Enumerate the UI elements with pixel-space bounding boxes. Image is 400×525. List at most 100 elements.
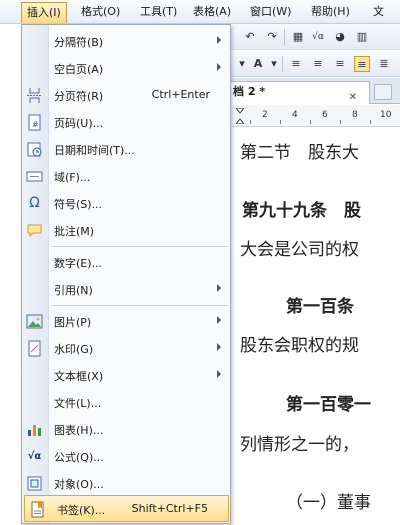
- font-color-icon[interactable]: A: [250, 56, 266, 72]
- menu-item-label: 文本框(X): [54, 370, 104, 383]
- chart-icon: [26, 421, 43, 438]
- menu-tools[interactable]: 工具(T): [140, 4, 177, 20]
- insert-menu: 分隔符(B) 空白页(A) 分页符(R) Ctrl+Enter # 页码(U).…: [21, 24, 231, 524]
- doc-line: 第九十九条 股: [242, 201, 361, 221]
- svg-text:#: #: [32, 120, 39, 129]
- document-page[interactable]: 第二节 股东大 第九十九条 股 大会是公司的权 第一百条 股东会职权的规 第一百…: [230, 128, 400, 525]
- menu-item-number[interactable]: 数字(E)...: [22, 249, 230, 276]
- doc-line: 股东会职权的规: [240, 336, 359, 356]
- ruler-number: 10: [380, 110, 392, 120]
- menu-item-label: 分页符(R): [54, 90, 104, 103]
- align-left-icon[interactable]: ≡: [288, 56, 304, 72]
- menu-insert[interactable]: 插入(I): [21, 2, 67, 23]
- menu-item-label: 批注(M): [54, 225, 95, 238]
- align-center-icon[interactable]: ≡: [310, 56, 326, 72]
- menu-item-label: 分隔符(B): [54, 36, 104, 49]
- submenu-arrow-icon: [217, 370, 221, 378]
- ruler-tick: [250, 120, 251, 124]
- page-break-icon: [26, 87, 43, 104]
- document-tab-bar: 档 2 * ✕: [230, 78, 400, 104]
- formula-icon: √α: [27, 451, 42, 462]
- justify-icon[interactable]: ≡: [354, 56, 370, 72]
- menu-item-label: 书签(K)...: [57, 504, 106, 517]
- submenu-arrow-icon: [217, 316, 221, 324]
- menu-item-label: 数字(E)...: [54, 257, 103, 270]
- ruler-number: 4: [292, 110, 298, 120]
- menu-item-symbol[interactable]: Ω 符号(S)...: [22, 190, 230, 217]
- watermark-icon: [26, 340, 43, 357]
- bookmark-icon: [29, 501, 46, 518]
- table-icon[interactable]: ▦: [290, 29, 306, 45]
- menu-item-page-number[interactable]: # 页码(U)...: [22, 109, 230, 136]
- menu-item-label: 域(F)...: [54, 171, 91, 184]
- menu-bar: 插入(I) 格式(O) 工具(T) 表格(A) 窗口(W) 帮助(H) 文: [0, 0, 400, 24]
- undo-icon[interactable]: ↶: [242, 29, 258, 45]
- redo-icon[interactable]: ↷: [264, 29, 280, 45]
- menu-item-field[interactable]: 域(F)...: [22, 163, 230, 190]
- menu-item-label: 水印(G): [54, 343, 94, 356]
- menu-item-blank-page[interactable]: 空白页(A): [22, 55, 230, 82]
- menu-item-picture[interactable]: 图片(P): [22, 308, 230, 335]
- left-strip: [0, 24, 22, 525]
- standard-toolbar: ↶ ↷ ▦ √α ◕ ▥: [230, 24, 400, 50]
- menu-item-label: 图表(H)...: [54, 424, 104, 437]
- grid-icon[interactable]: ▥: [354, 29, 370, 45]
- doc-line: 第一百条: [286, 297, 354, 317]
- document-tab[interactable]: 档 2 * ✕: [230, 81, 370, 104]
- menu-item-label: 页码(U)...: [54, 117, 104, 130]
- field-icon: [26, 168, 43, 185]
- ruler-tick: [370, 120, 371, 124]
- submenu-arrow-icon: [217, 284, 221, 292]
- menu-item-reference[interactable]: 引用(N): [22, 276, 230, 303]
- menu-table[interactable]: 表格(A): [193, 4, 231, 20]
- menu-item-comment[interactable]: 批注(M): [22, 217, 230, 244]
- ruler-tick: [280, 120, 281, 124]
- menu-item-file[interactable]: 文件(L)...: [22, 389, 230, 416]
- menu-item-textbox[interactable]: 文本框(X): [22, 362, 230, 389]
- distribute-icon[interactable]: ≣: [376, 56, 392, 72]
- menu-item-watermark[interactable]: 水印(G): [22, 335, 230, 362]
- toolbar-separator: [282, 56, 283, 72]
- menu-help[interactable]: 帮助(H): [311, 4, 350, 20]
- menu-item-label: 空白页(A): [54, 63, 104, 76]
- menu-item-label: 文件(L)...: [54, 397, 102, 410]
- page-number-icon: #: [26, 114, 43, 131]
- date-time-icon: [26, 141, 43, 158]
- submenu-arrow-icon: [217, 343, 221, 351]
- menu-item-shortcut: Shift+Ctrl+F5: [131, 502, 208, 515]
- doc-line: 第一百零一: [286, 395, 371, 415]
- menu-item-formula[interactable]: √α 公式(Q)...: [22, 443, 230, 470]
- align-right-icon[interactable]: ≡: [332, 56, 348, 72]
- menu-window[interactable]: 窗口(W): [250, 4, 291, 20]
- menu-item-shortcut: Ctrl+Enter: [151, 88, 210, 101]
- menu-item-label: 公式(Q)...: [54, 451, 104, 464]
- menu-item-object[interactable]: 对象(O)...: [22, 470, 230, 497]
- dropdown-arrow-icon[interactable]: ▾: [266, 56, 282, 72]
- menu-item-page-break[interactable]: 分页符(R) Ctrl+Enter: [22, 82, 230, 109]
- ruler: 2 4 6 8 10: [230, 105, 400, 127]
- menu-item-bookmark[interactable]: 书签(K)... Shift+Ctrl+F5: [24, 495, 229, 522]
- doc-line: 第二节 股东大: [240, 143, 359, 163]
- ruler-number: 8: [352, 110, 358, 120]
- ruler-number: 6: [322, 110, 328, 120]
- submenu-arrow-icon: [217, 36, 221, 44]
- menu-item-label: 引用(N): [54, 284, 93, 297]
- menu-file-partial[interactable]: 文: [373, 4, 384, 20]
- toolbar-separator: [284, 29, 285, 45]
- menu-format[interactable]: 格式(O): [81, 4, 120, 20]
- dropdown-arrow-icon[interactable]: ▾: [234, 56, 250, 72]
- doc-line: 大会是公司的权: [240, 240, 359, 260]
- doc-line: 列情形之一的，: [240, 435, 359, 455]
- omega-icon: Ω: [29, 195, 40, 211]
- formula-icon[interactable]: √α: [310, 29, 326, 45]
- menu-divider: [52, 305, 228, 306]
- menu-item-chart[interactable]: 图表(H)...: [22, 416, 230, 443]
- object-icon: [26, 475, 43, 492]
- menu-item-label: 日期和时间(T)...: [54, 144, 135, 157]
- menu-item-separator[interactable]: 分隔符(B): [22, 28, 230, 55]
- new-tab-button[interactable]: [374, 84, 392, 100]
- ruler-tick: [310, 120, 311, 124]
- chart-icon[interactable]: ◕: [332, 29, 348, 45]
- indent-marker-icon[interactable]: [236, 108, 244, 124]
- menu-item-date-time[interactable]: 日期和时间(T)...: [22, 136, 230, 163]
